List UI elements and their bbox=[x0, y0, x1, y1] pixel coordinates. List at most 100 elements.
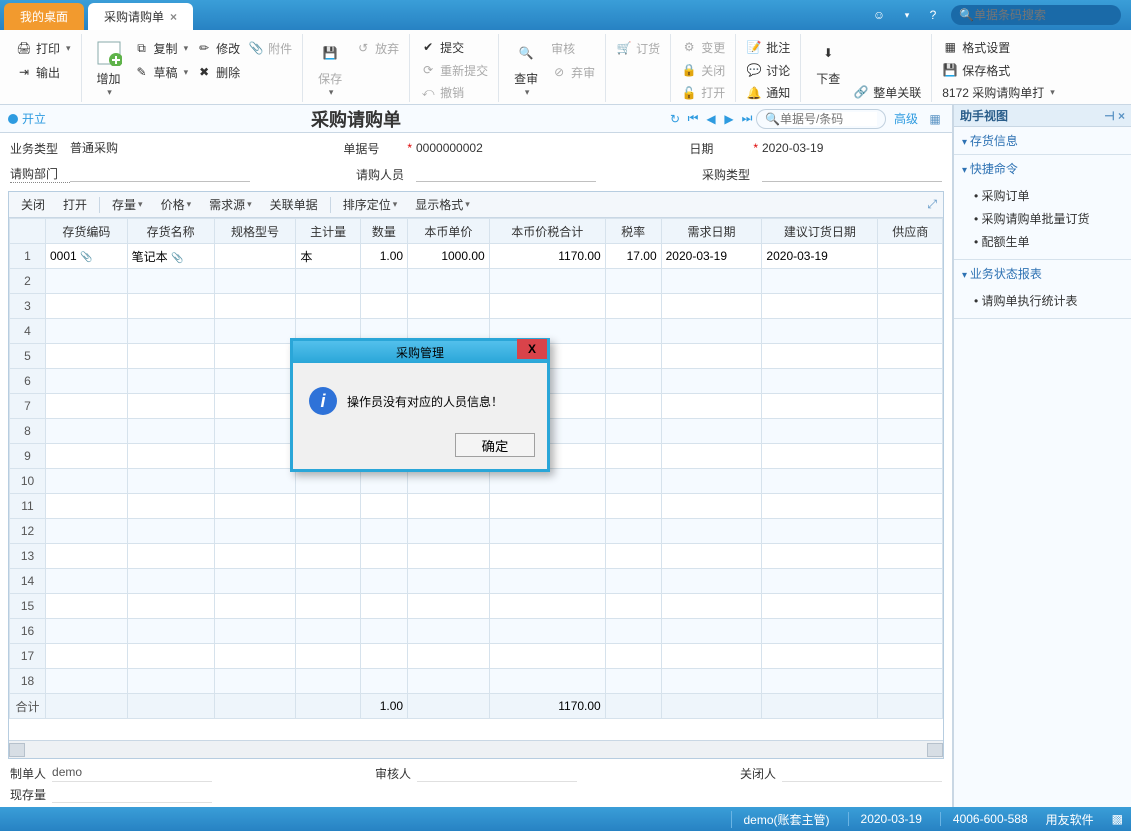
bell-icon: 🔔 bbox=[746, 85, 762, 101]
table-row[interactable]: 11 bbox=[10, 494, 943, 519]
doc-search-input[interactable] bbox=[780, 112, 877, 126]
auditrec-button[interactable]: 审核 bbox=[547, 38, 599, 58]
tab-desktop[interactable]: 我的桌面 bbox=[4, 3, 84, 30]
smile-dropdown-icon[interactable]: ▾ bbox=[899, 7, 915, 23]
discuss-button[interactable]: 💬讨论 bbox=[742, 61, 794, 80]
ribbon: 🖨打印▾ ⇥输出 增加▾ ⧉复制▾ ✎草稿▾ ✏修改 ✖删除 📎附件 💾 保存▾… bbox=[0, 30, 1131, 105]
pin-icon[interactable]: ⊣ × bbox=[1104, 109, 1125, 123]
table-row[interactable]: 17 bbox=[10, 644, 943, 669]
clip-icon: 📎 bbox=[248, 40, 264, 56]
attach-button[interactable]: 📎附件 bbox=[244, 38, 296, 58]
output-button[interactable]: ⇥输出 bbox=[12, 62, 75, 82]
template-select[interactable]: 8172 采购请购单打▾ bbox=[938, 83, 1059, 102]
table-row[interactable]: 18 bbox=[10, 669, 943, 694]
maker-label: 制单人 bbox=[10, 765, 46, 782]
notify-button[interactable]: 🔔通知 bbox=[742, 83, 794, 102]
side-sec-inventory[interactable]: 存货信息 bbox=[954, 127, 1131, 154]
add-button[interactable]: 增加▾ bbox=[88, 34, 130, 102]
resubmit-button[interactable]: ⟳重新提交 bbox=[416, 61, 492, 80]
down-arrow-icon: ⬇ bbox=[813, 38, 843, 68]
table-row[interactable]: 10001 📎笔记本 📎本1.001000.001170.0017.002020… bbox=[10, 244, 943, 269]
copy-button[interactable]: ⧉复制▾ bbox=[130, 38, 193, 58]
table-row[interactable]: 16 bbox=[10, 619, 943, 644]
table-row[interactable]: 3 bbox=[10, 294, 943, 319]
delete-button[interactable]: ✖删除 bbox=[192, 62, 244, 82]
save-layout-icon: 💾 bbox=[942, 62, 958, 78]
quickcmd-item[interactable]: 采购订单 bbox=[974, 184, 1131, 207]
giveup-button[interactable]: ↺放弃 bbox=[351, 38, 403, 58]
side-title: 助手视图 bbox=[960, 107, 1008, 124]
fulllink-button[interactable]: 🔗整单关联 bbox=[849, 82, 925, 102]
prev-icon[interactable]: ◀ bbox=[702, 112, 720, 126]
table-row[interactable]: 15 bbox=[10, 594, 943, 619]
abandon-button[interactable]: ⊘弃审 bbox=[547, 62, 599, 82]
refresh-icon[interactable]: ↻ bbox=[666, 112, 684, 126]
closer-value bbox=[782, 765, 942, 782]
close-icon[interactable]: × bbox=[170, 10, 177, 24]
table-row[interactable]: 13 bbox=[10, 544, 943, 569]
table-row[interactable]: 14 bbox=[10, 569, 943, 594]
grid-source-button[interactable]: 需求源▾ bbox=[203, 196, 258, 213]
open-doc-button[interactable]: 🔓打开 bbox=[677, 83, 729, 102]
close-doc-button[interactable]: 🔒关闭 bbox=[677, 61, 729, 80]
first-icon[interactable]: ⏮ bbox=[684, 111, 702, 126]
biztype-value[interactable]: 普通采购 bbox=[70, 139, 250, 157]
dept-input[interactable] bbox=[70, 166, 250, 182]
grid-close-button[interactable]: 关闭 bbox=[15, 196, 51, 213]
search-doc-icon: 🔍 bbox=[511, 38, 541, 68]
drill-button[interactable]: ⬇ 下查 bbox=[807, 34, 849, 102]
side-sec-reports[interactable]: 业务状态报表 bbox=[954, 260, 1131, 287]
grid-sort-button[interactable]: 排序定位▾ bbox=[337, 196, 404, 213]
grid-open-button[interactable]: 打开 bbox=[57, 196, 93, 213]
format-button[interactable]: ▦格式设置 bbox=[938, 38, 1059, 57]
saveformat-button[interactable]: 💾保存格式 bbox=[938, 61, 1059, 80]
grid-stock-button[interactable]: 存量▾ bbox=[106, 196, 149, 213]
tab-purchase-request[interactable]: 采购请购单× bbox=[88, 3, 193, 30]
print-button[interactable]: 🖨打印▾ bbox=[12, 38, 75, 58]
note-button[interactable]: 📝批注 bbox=[742, 38, 794, 57]
ptype-input[interactable] bbox=[762, 166, 942, 182]
table-row[interactable]: 2 bbox=[10, 269, 943, 294]
status-user: demo(账套主管) bbox=[731, 811, 830, 828]
change-button[interactable]: ⚙变更 bbox=[677, 38, 729, 57]
grid-view-icon[interactable]: ▦ bbox=[926, 112, 944, 126]
advanced-link[interactable]: 高级 bbox=[894, 110, 918, 127]
doc-search[interactable]: 🔍 bbox=[756, 109, 886, 129]
barcode-search[interactable]: 🔍 bbox=[951, 5, 1121, 25]
modify-button[interactable]: ✏修改 bbox=[192, 38, 244, 58]
grid-related-button[interactable]: 关联单据 bbox=[264, 196, 324, 213]
help-icon[interactable]: ? bbox=[925, 7, 941, 23]
note-icon: 📝 bbox=[746, 39, 762, 55]
next-icon[interactable]: ▶ bbox=[720, 112, 738, 126]
smile-icon[interactable]: ☺ bbox=[871, 7, 887, 23]
check-icon: ✔ bbox=[420, 39, 436, 55]
undo-icon: ↺ bbox=[355, 40, 371, 56]
last-icon[interactable]: ⏭ bbox=[738, 111, 756, 126]
submit-button[interactable]: ✔提交 bbox=[416, 38, 492, 57]
audit-button[interactable]: 🔍 查审▾ bbox=[505, 34, 547, 102]
status-logo-icon: ▩ bbox=[1112, 812, 1123, 826]
table-row[interactable]: 10 bbox=[10, 469, 943, 494]
barcode-search-input[interactable] bbox=[974, 8, 1113, 22]
dialog-ok-button[interactable]: 确定 bbox=[455, 433, 535, 457]
person-input[interactable] bbox=[416, 166, 596, 182]
report-item[interactable]: 请购单执行统计表 bbox=[974, 289, 1131, 312]
dialog-close-button[interactable]: X bbox=[517, 339, 547, 359]
quickcmd-item[interactable]: 配额生单 bbox=[974, 230, 1131, 253]
grid-expand-icon[interactable]: ⤢ bbox=[927, 197, 937, 212]
copy-icon: ⧉ bbox=[134, 40, 150, 56]
date-value[interactable]: 2020-03-19 bbox=[762, 141, 942, 156]
table-row[interactable]: 12 bbox=[10, 519, 943, 544]
order-button[interactable]: 🛒订货 bbox=[612, 38, 664, 58]
horizontal-scrollbar[interactable] bbox=[9, 740, 943, 758]
grid-price-button[interactable]: 价格▾ bbox=[155, 196, 198, 213]
auditor-label: 审核人 bbox=[375, 765, 411, 782]
grid-display-button[interactable]: 显示格式▾ bbox=[409, 196, 476, 213]
status-brand: 用友软件 bbox=[1046, 811, 1094, 828]
cancel-button[interactable]: ⤺撤销 bbox=[416, 83, 492, 102]
draft-button[interactable]: ✎草稿▾ bbox=[130, 62, 193, 82]
side-sec-quickcmd[interactable]: 快捷命令 bbox=[954, 155, 1131, 182]
save-button[interactable]: 💾 保存▾ bbox=[309, 34, 351, 102]
quickcmd-item[interactable]: 采购请购单批量订货 bbox=[974, 207, 1131, 230]
docno-value: 0000000002 bbox=[416, 141, 596, 156]
